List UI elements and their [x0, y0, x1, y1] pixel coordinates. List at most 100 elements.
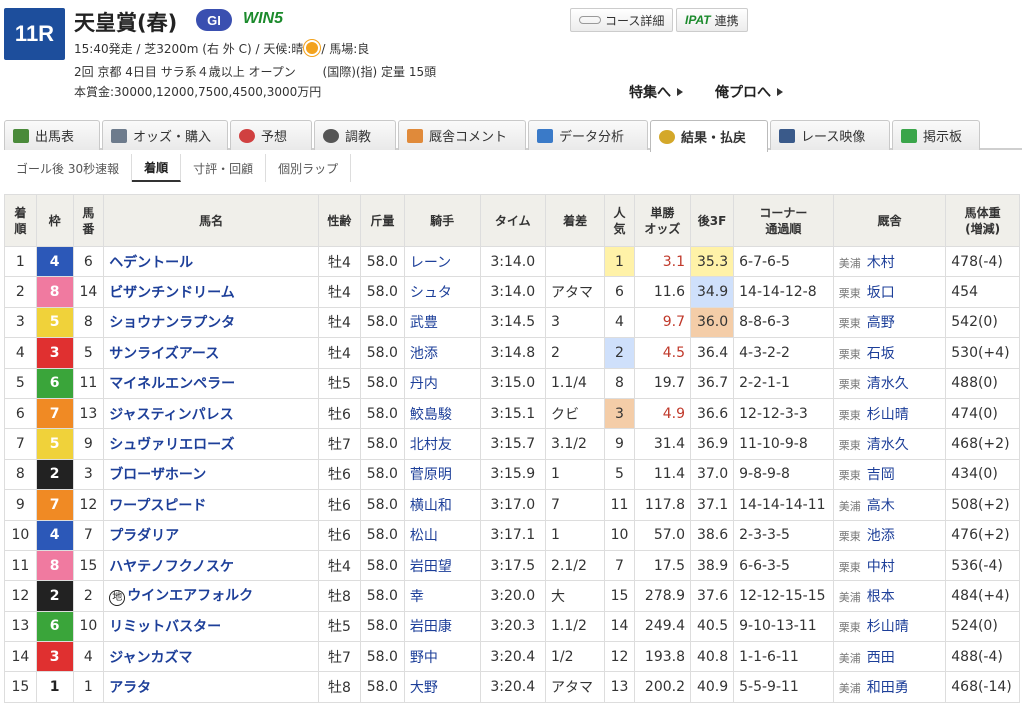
horse-name[interactable]: ウインエアフォルク — [127, 588, 253, 604]
trainer-name[interactable]: 西田 — [867, 650, 895, 666]
horse-name-link[interactable]: ブローザホーン — [103, 458, 319, 491]
body-weight-cell: 454 — [945, 276, 1020, 308]
jockey-link[interactable]: 松山 — [403, 519, 481, 551]
jockey-link[interactable]: 武豊 — [403, 306, 481, 339]
jockey-link[interactable]: 岩田康 — [403, 610, 481, 643]
subtab-review[interactable]: 寸評・回顧 — [181, 154, 267, 182]
tab-race-video[interactable]: レース映像 — [770, 120, 890, 150]
trainer-name[interactable]: 高木 — [867, 498, 895, 514]
stable-cell[interactable]: 栗東 中村 — [832, 549, 947, 582]
trainer-name[interactable]: 杉山晴 — [867, 407, 909, 423]
horse-name-link[interactable]: ショウナンラプンタ — [103, 306, 319, 339]
stable-cell[interactable]: 栗東 高野 — [832, 306, 947, 339]
stable-cell[interactable]: 栗東 吉岡 — [832, 458, 947, 491]
horse-name-link[interactable]: ハヤテノフクノスケ — [103, 549, 319, 582]
horse-name[interactable]: シュヴァリエローズ — [109, 437, 234, 453]
time-cell: 3:20.4 — [479, 641, 546, 673]
pro-link[interactable]: 俺プロへ — [715, 82, 783, 102]
margin-cell: アタマ — [544, 276, 606, 308]
tab-prediction[interactable]: 予想 — [230, 120, 312, 150]
grade-badge: GI — [196, 9, 232, 31]
stable-cell[interactable]: 栗東 杉山晴 — [832, 610, 947, 643]
odds-cell: 11.4 — [633, 458, 692, 491]
tab-training[interactable]: 調教 — [314, 120, 396, 150]
horse-name-link[interactable]: ジャンカズマ — [103, 641, 319, 673]
horse-name-link[interactable]: シュヴァリエローズ — [103, 428, 319, 460]
stable-cell[interactable]: 栗東 清水久 — [832, 367, 947, 399]
horse-name-link[interactable]: プラダリア — [103, 519, 319, 551]
stable-cell[interactable]: 美浦 和田勇 — [832, 671, 947, 703]
odds-cell: 11.6 — [633, 276, 692, 308]
trainer-name[interactable]: 坂口 — [867, 285, 895, 301]
tab-entries[interactable]: 出馬表 — [4, 120, 100, 150]
trainer-name[interactable]: 高野 — [867, 315, 895, 331]
corner-cell: 12-12-3-3 — [733, 397, 834, 430]
horse-name-link[interactable]: ビザンチンドリーム — [103, 276, 319, 308]
stable-cell[interactable]: 美浦 木村 — [832, 245, 947, 278]
horse-name[interactable]: ブローザホーン — [109, 467, 206, 483]
jockey-link[interactable]: 北村友 — [403, 428, 481, 460]
horse-name-link[interactable]: リミットバスター — [103, 610, 319, 643]
jockey-link[interactable]: 池添 — [403, 337, 481, 369]
horse-name[interactable]: ショウナンラプンタ — [109, 315, 235, 331]
stable-cell[interactable]: 栗東 坂口 — [832, 276, 947, 308]
trainer-name[interactable]: 杉山晴 — [867, 619, 909, 635]
subtab-flash[interactable]: ゴール後 30秒速報 — [4, 154, 133, 182]
tab-board[interactable]: 掲示板 — [892, 120, 980, 150]
tab-stable-comment[interactable]: 厩舎コメント — [398, 120, 526, 150]
trainer-name[interactable]: 石坂 — [867, 346, 895, 362]
feature-link[interactable]: 特集へ — [629, 82, 683, 102]
stable-cell[interactable]: 栗東 清水久 — [832, 428, 947, 460]
jockey-link[interactable]: 鮫島駿 — [403, 397, 481, 430]
horse-name-link[interactable]: 地ウインエアフォルク — [103, 580, 319, 612]
horse-name[interactable]: アラタ — [109, 680, 151, 696]
trainer-name[interactable]: 池添 — [867, 528, 895, 544]
horse-name-link[interactable]: ジャスティンパレス — [103, 397, 319, 430]
jockey-link[interactable]: シュタ — [403, 276, 481, 308]
horse-name-link[interactable]: ヘデントール — [103, 245, 319, 278]
jockey-link[interactable]: 野中 — [403, 641, 481, 673]
horse-name[interactable]: リミットバスター — [109, 619, 221, 635]
horse-name-link[interactable]: アラタ — [103, 671, 319, 703]
trainer-name[interactable]: 中村 — [867, 559, 895, 575]
course-detail-button[interactable]: コース詳細 — [570, 8, 674, 32]
last3f-cell: 40.9 — [689, 671, 735, 703]
horse-name[interactable]: マイネルエンペラー — [109, 376, 235, 392]
horse-name[interactable]: ビザンチンドリーム — [109, 285, 235, 301]
subtab-laps[interactable]: 個別ラップ — [266, 154, 352, 182]
stable-cell[interactable]: 美浦 根本 — [832, 580, 947, 612]
subtab-order[interactable]: 着順 — [132, 154, 182, 182]
stable-cell[interactable]: 栗東 杉山晴 — [832, 397, 947, 430]
trainer-name[interactable]: 根本 — [867, 589, 895, 605]
jockey-link[interactable]: 横山和 — [403, 489, 481, 521]
tab-odds[interactable]: オッズ・購入 — [102, 120, 228, 150]
horse-name[interactable]: ジャンカズマ — [109, 650, 192, 666]
stable-cell[interactable]: 美浦 西田 — [832, 641, 947, 673]
horse-name-link[interactable]: ワープスピード — [103, 489, 319, 521]
ipat-button[interactable]: IPAT 連携 — [676, 8, 748, 32]
stable-cell[interactable]: 栗東 池添 — [832, 519, 947, 551]
horse-name[interactable]: プラダリア — [109, 528, 179, 544]
jockey-link[interactable]: 菅原明 — [403, 458, 481, 491]
horse-name[interactable]: ジャスティンパレス — [109, 407, 233, 423]
horse-name-link[interactable]: サンライズアース — [103, 337, 319, 369]
jockey-link[interactable]: 岩田望 — [403, 549, 481, 582]
stable-cell[interactable]: 美浦 高木 — [832, 489, 947, 521]
horse-name-link[interactable]: マイネルエンペラー — [103, 367, 319, 399]
jockey-link[interactable]: レーン — [403, 245, 481, 278]
horse-name[interactable]: ハヤテノフクノスケ — [109, 559, 234, 575]
trainer-name[interactable]: 吉岡 — [867, 467, 895, 483]
jockey-link[interactable]: 幸 — [403, 580, 481, 612]
horse-name[interactable]: ヘデントール — [109, 255, 193, 271]
trainer-name[interactable]: 和田勇 — [867, 680, 909, 696]
jockey-link[interactable]: 丹内 — [403, 367, 481, 399]
trainer-name[interactable]: 木村 — [867, 255, 895, 271]
trainer-name[interactable]: 清水久 — [867, 437, 909, 453]
stable-cell[interactable]: 栗東 石坂 — [832, 337, 947, 369]
horse-name[interactable]: サンライズアース — [109, 346, 219, 362]
tab-data-analysis[interactable]: データ分析 — [528, 120, 648, 150]
horse-name[interactable]: ワープスピード — [109, 498, 206, 514]
trainer-name[interactable]: 清水久 — [867, 376, 909, 392]
tab-results[interactable]: 結果・払戻 — [650, 120, 768, 152]
jockey-link[interactable]: 大野 — [403, 671, 481, 703]
